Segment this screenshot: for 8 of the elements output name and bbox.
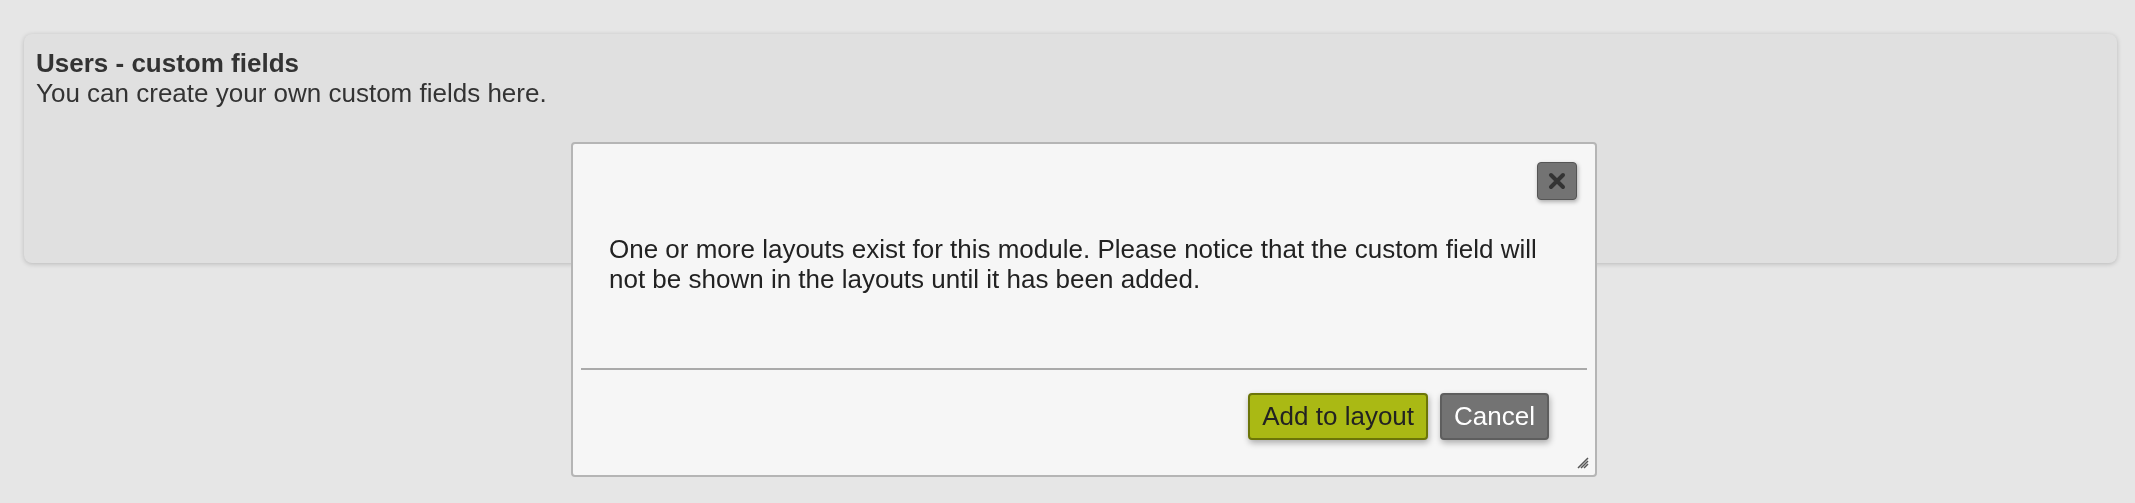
- panel-title: Users - custom fields: [36, 48, 300, 78]
- panel-description: You can create your own custom fields here.: [36, 78, 548, 108]
- cancel-button[interactable]: Cancel: [1440, 393, 1549, 440]
- close-icon: [1547, 171, 1567, 191]
- dialog-message: One or more layouts exist for this module. Please notice that the custom field will not be shown in the layouts until it has been added.: [608, 233, 1538, 296]
- close-button[interactable]: [1537, 162, 1577, 200]
- add-to-layout-button[interactable]: Add to layout: [1248, 393, 1429, 440]
- resize-grip-icon[interactable]: [1575, 455, 1589, 469]
